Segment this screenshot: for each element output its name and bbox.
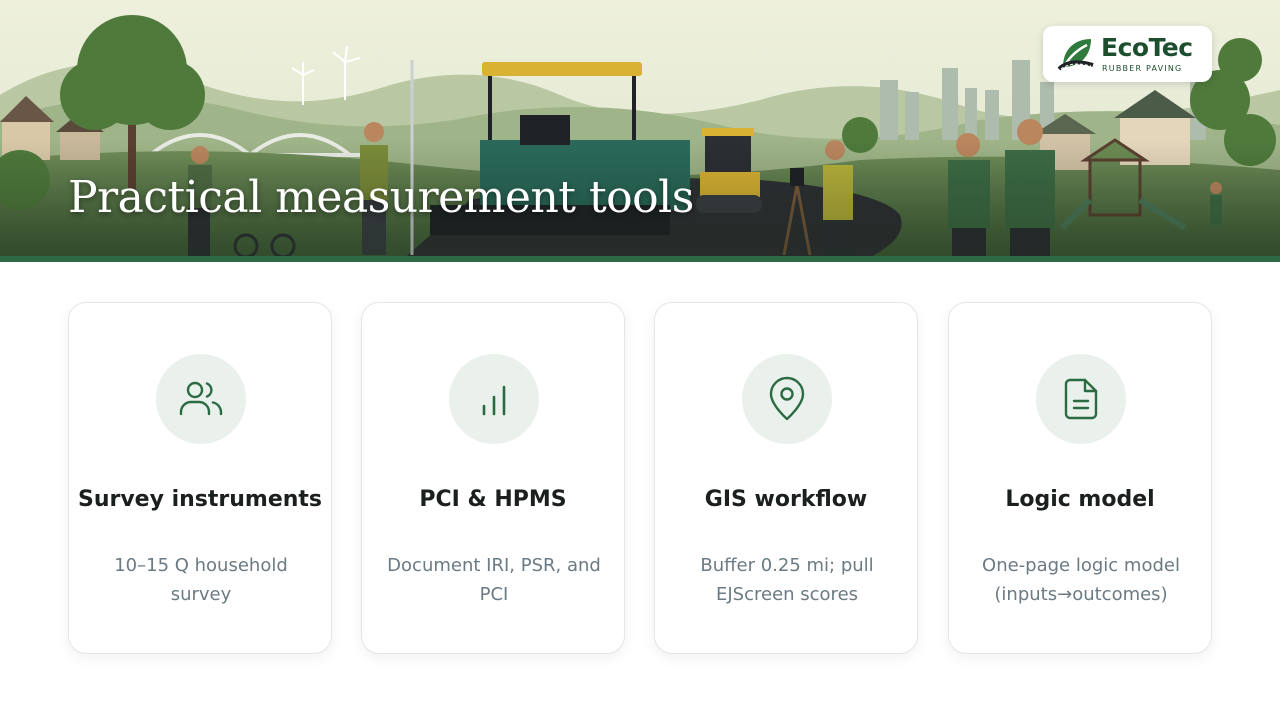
card-title: Logic model bbox=[1005, 487, 1155, 512]
card-description: One-page logic model (inputs→outcomes) bbox=[982, 555, 1180, 605]
map-pin-icon bbox=[769, 376, 805, 421]
card-icon-badge bbox=[742, 354, 832, 444]
document-icon bbox=[1064, 378, 1098, 420]
card-description: Buffer 0.25 mi; pull EJScreen scores bbox=[700, 555, 874, 605]
logo-name: EcoTec bbox=[1101, 33, 1193, 62]
page-title: Practical measurement tools bbox=[68, 172, 694, 223]
card-description: Document IRI, PSR, and PCI bbox=[387, 555, 601, 605]
logo-subtitle: RUBBER PAVING bbox=[1102, 64, 1183, 73]
card-gis-workflow: GIS workflow Buffer 0.25 mi; pull EJScre… bbox=[654, 302, 918, 654]
card-icon-badge bbox=[156, 354, 246, 444]
header-banner: Practical measurement tools EcoTec RUBBE… bbox=[0, 0, 1280, 262]
card-survey-instruments: Survey instruments 10–15 Q household sur… bbox=[68, 302, 332, 654]
card-title: GIS workflow bbox=[704, 487, 868, 512]
brand-logo: EcoTec RUBBER PAVING bbox=[1043, 26, 1212, 82]
users-icon bbox=[179, 381, 223, 416]
tools-card-grid: Survey instruments 10–15 Q household sur… bbox=[68, 302, 1213, 656]
card-logic-model: Logic model One-page logic model (inputs… bbox=[948, 302, 1212, 654]
card-title: Survey instruments bbox=[77, 487, 323, 512]
leaf-road-logo-icon bbox=[1057, 39, 1094, 71]
card-title: PCI & HPMS bbox=[419, 487, 567, 512]
card-icon-badge bbox=[449, 354, 539, 444]
banner-divider bbox=[0, 256, 1280, 262]
bar-chart-icon bbox=[482, 385, 506, 416]
card-pci-hpms: PCI & HPMS Document IRI, PSR, and PCI bbox=[361, 302, 625, 654]
card-icon-badge bbox=[1036, 354, 1126, 444]
card-description: 10–15 Q household survey bbox=[114, 555, 288, 605]
